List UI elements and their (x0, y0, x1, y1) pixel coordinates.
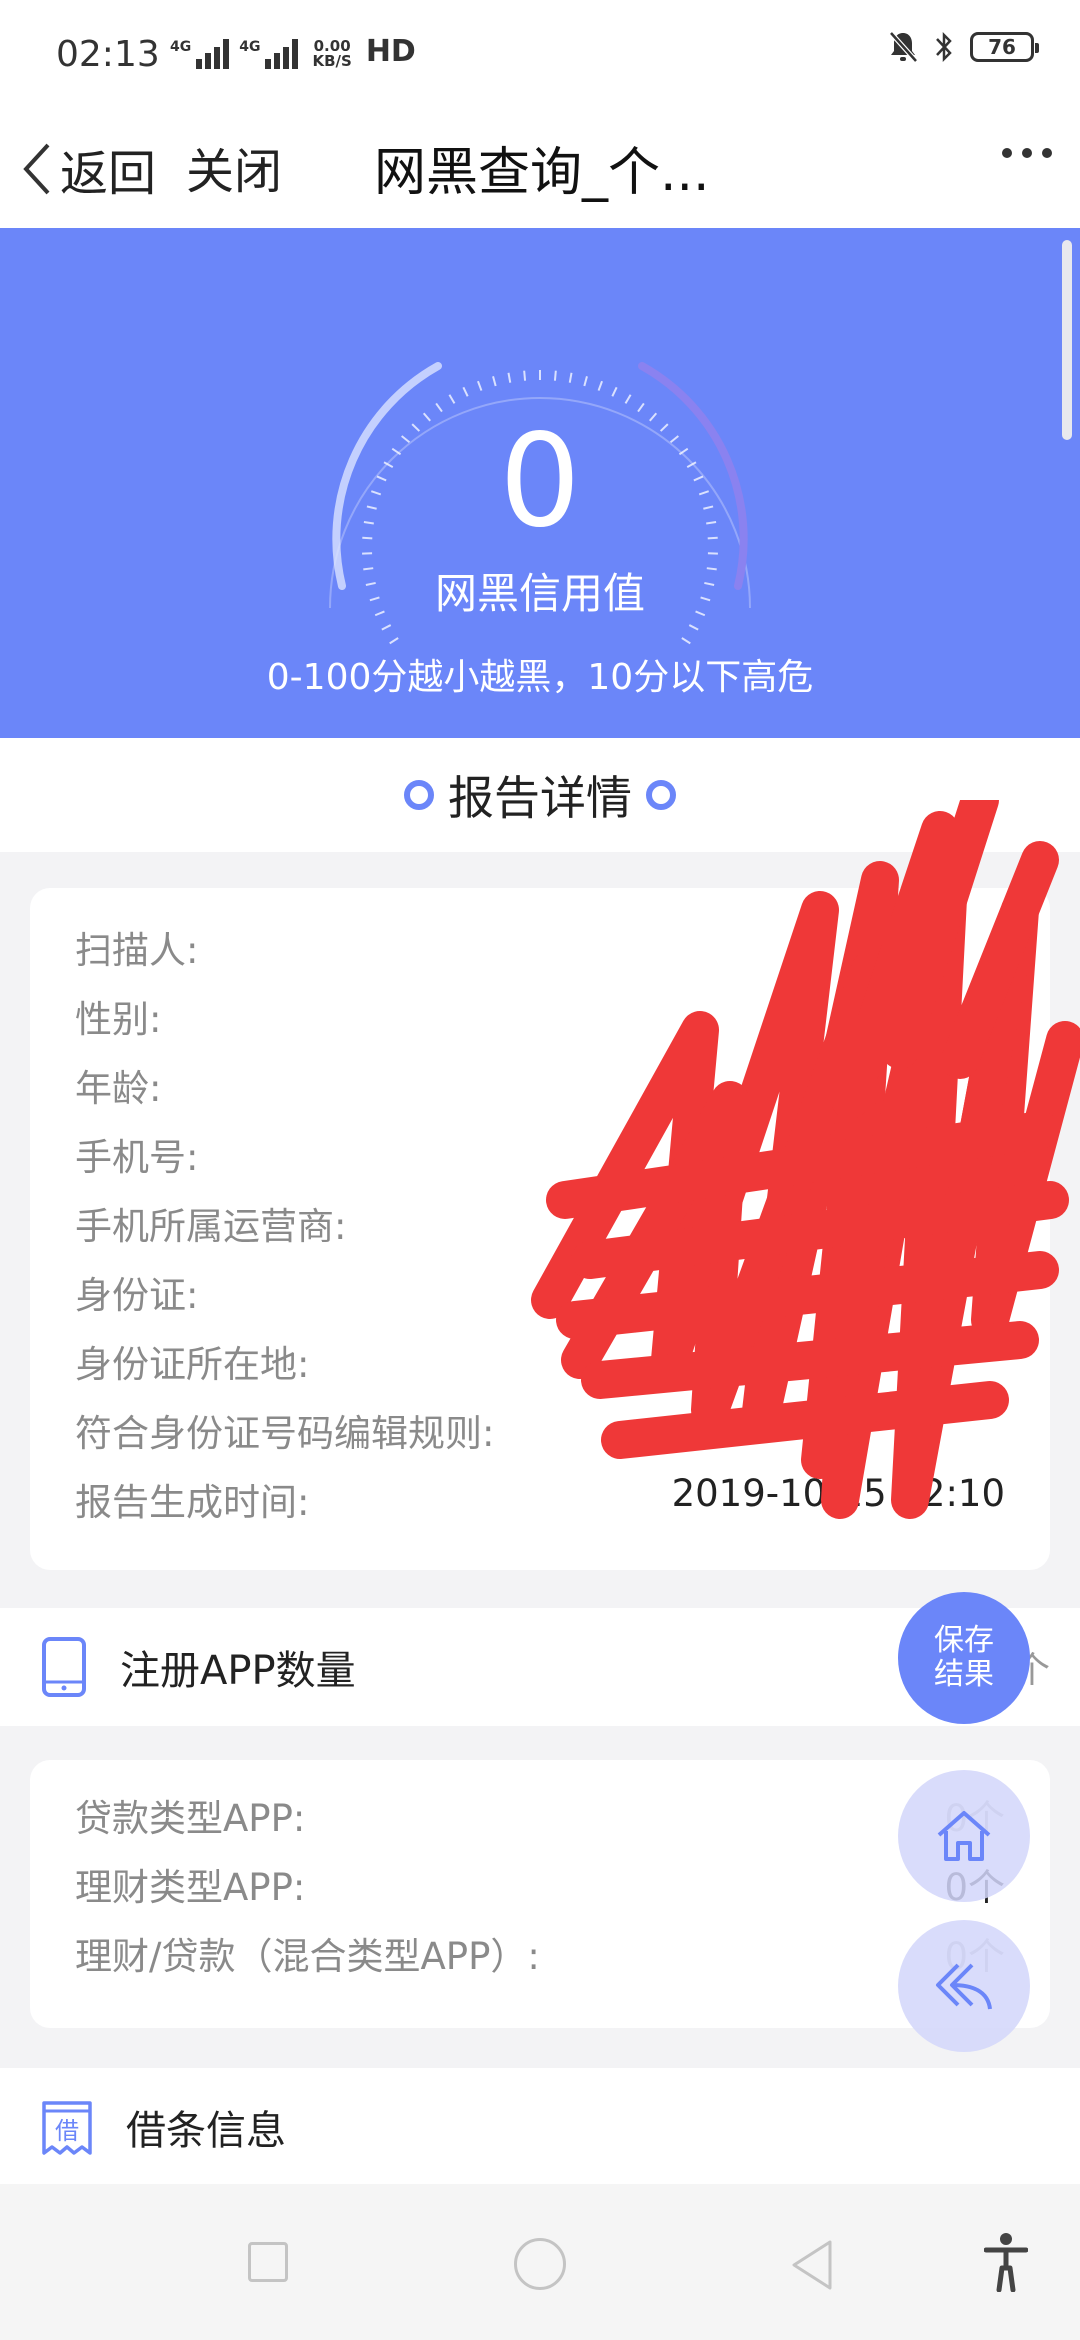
speed-unit: KB/S (312, 52, 352, 70)
back-button[interactable]: 返回 (22, 134, 156, 204)
more-dots-icon (1002, 148, 1012, 158)
label-report-time: 报告生成时间: (75, 1481, 310, 1524)
gauge-tick (597, 380, 603, 391)
gauge-tick (553, 370, 557, 381)
label-id-rule: 符合身份证号码编辑规则: (75, 1412, 495, 1455)
page-title: 网黑查询_个... (374, 143, 710, 203)
signal-icon: 4G (239, 39, 299, 69)
app-count-title: 注册APP数量 (120, 1648, 356, 1694)
status-bar: 02:13 4G 4G 0.00 KB/S HD 76 (0, 0, 1080, 108)
signal-tag: 4G (239, 39, 261, 55)
scrollbar-thumb[interactable] (1062, 240, 1072, 440)
app-types-card: 贷款类型APP: 0个 理财类型APP: 0个 理财/贷款（混合类型APP）: … (30, 1760, 1050, 2028)
label-id-card: 身份证: (75, 1274, 199, 1317)
loan-note-header[interactable]: 借 借条信息 (0, 2068, 1080, 2186)
label-mixed-apps: 理财/贷款（混合类型APP）: (75, 1935, 540, 1978)
gauge-tick (611, 386, 618, 397)
gauge-tick (688, 624, 699, 631)
gauge-tick (448, 394, 456, 404)
credit-score-panel: 0 网黑信用值 0-100分越小越黑，10分以下高危 (0, 228, 1080, 738)
battery-level: 76 (988, 35, 1016, 59)
gauge-tick (492, 376, 497, 387)
label-gender: 性别: (75, 998, 162, 1041)
gauge-tick (583, 376, 588, 387)
save-result-line1: 保存 (934, 1623, 994, 1658)
gauge-tick (637, 402, 645, 413)
battery-icon: 76 (970, 32, 1039, 62)
home-icon (937, 1811, 991, 1861)
redaction-scribble (531, 800, 1080, 1519)
reply-arrow-icon (936, 1963, 992, 2010)
label-carrier: 手机所属运营商: (75, 1205, 347, 1248)
gauge-tick (568, 372, 573, 383)
status-right: 76 (888, 30, 1039, 64)
gauge-tick (389, 637, 399, 645)
loan-note-icon-char: 借 (55, 2117, 79, 2145)
accessibility-icon[interactable] (984, 2232, 1028, 2292)
status-time: 02:13 (56, 34, 160, 75)
return-button[interactable] (898, 1920, 1030, 2052)
back-triangle-icon[interactable] (788, 2238, 834, 2292)
signal-tag: 4G (170, 39, 192, 55)
label-scanner: 扫描人: (75, 929, 199, 972)
ring-icon (404, 780, 434, 810)
credit-score-value: 0 (499, 407, 581, 556)
chevron-left-icon (23, 143, 50, 195)
label-age: 年龄: (75, 1067, 162, 1110)
loan-note-title: 借条信息 (126, 2108, 286, 2154)
recents-button[interactable] (248, 2242, 288, 2282)
network-indicators: 4G 4G 0.00 KB/S HD (170, 34, 416, 69)
label-id-location: 身份证所在地: (75, 1343, 310, 1386)
label-phone: 手机号: (75, 1136, 199, 1179)
label-loan-apps: 贷款类型APP: (75, 1797, 306, 1840)
credit-score-label: 网黑信用值 (434, 569, 645, 618)
gauge-tick (477, 380, 483, 391)
score-hint: 0-100分越小越黑，10分以下高危 (266, 657, 814, 698)
nav-bar: 返回 关闭 网黑查询_个... (0, 108, 1080, 228)
gauge-tick (462, 386, 469, 397)
save-result-button[interactable]: 保存 结果 (898, 1592, 1030, 1724)
home-system-button[interactable] (514, 2238, 566, 2290)
gauge-tick (624, 394, 632, 404)
save-result-line2: 结果 (934, 1657, 994, 1692)
gauge-tick (435, 402, 443, 413)
gauge-tick (381, 624, 392, 631)
label-finance-apps: 理财类型APP: (75, 1866, 306, 1909)
more-menu-button[interactable] (1002, 148, 1052, 158)
gauge-tick (507, 372, 512, 383)
back-label: 返回 (60, 146, 157, 202)
network-speed: 0.00 KB/S (312, 39, 351, 69)
gauge-tick (681, 637, 691, 645)
system-nav-bar (0, 2184, 1080, 2340)
close-button[interactable]: 关闭 (186, 132, 282, 202)
signal-icon: 4G (170, 39, 230, 69)
home-button[interactable] (898, 1770, 1030, 1902)
mute-bell-icon (889, 31, 918, 63)
phone-icon (42, 1637, 86, 1697)
bluetooth-icon (936, 31, 952, 63)
loan-note-icon: 借 (42, 2101, 92, 2155)
hd-label: HD (365, 34, 416, 69)
gauge-tick (523, 370, 527, 381)
